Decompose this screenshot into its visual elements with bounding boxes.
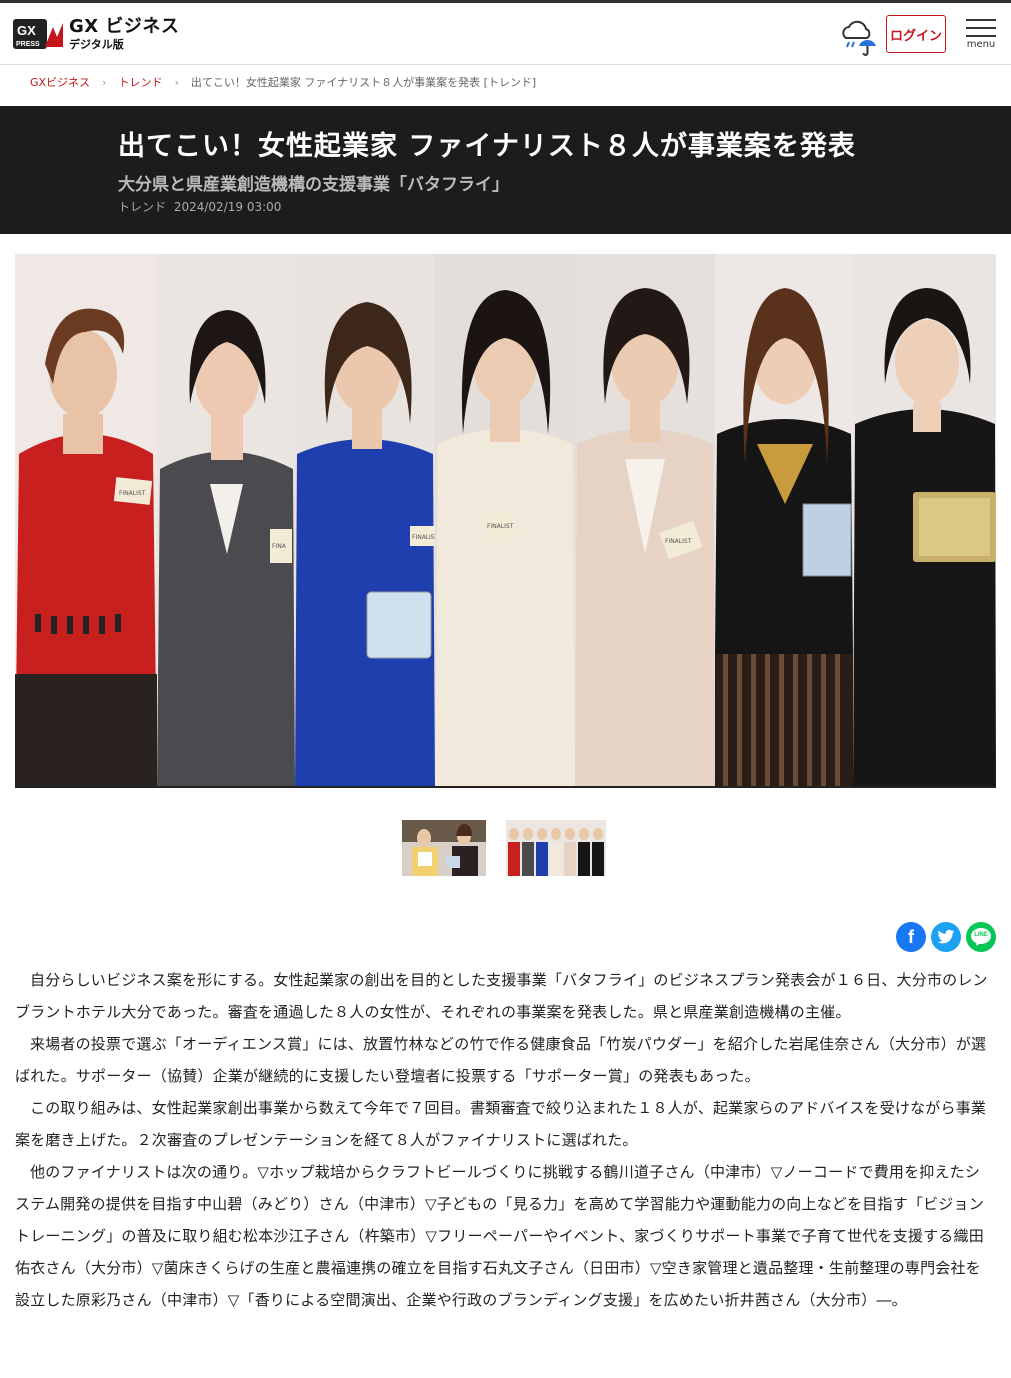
breadcrumb-home[interactable]: GXビジネス	[30, 74, 90, 90]
article-datetime: 2024/02/19 03:00	[173, 200, 282, 214]
logo-badge-line1: GX	[17, 23, 36, 38]
breadcrumb-section[interactable]: トレンド	[118, 74, 162, 90]
logo-badge-line2: PRESS	[16, 41, 40, 48]
article-category: トレンド	[118, 200, 167, 214]
article-paragraph: この取り組みは、女性起業家創出事業から数えて今年で７回目。書類審査で絞り込まれた…	[15, 1099, 987, 1149]
line-share-button[interactable]: LINE	[966, 922, 996, 952]
logo-subtitle: デジタル版	[69, 38, 124, 51]
article-body: 自分らしいビジネス案を形にする。女性起業家の創出を目的とした支援事業「バタフライ…	[15, 964, 995, 1316]
facebook-share-button[interactable]: f	[896, 922, 926, 952]
site-header: GX PRESS GX ビジネス デジタル版 ログイン menu	[0, 3, 1011, 65]
breadcrumb-current: 出てこい！女性起業家 ファイナリスト８人が事業案を発表 [トレンド]	[190, 76, 537, 89]
finalist-photo-4: FINALIST	[435, 254, 575, 786]
finalist-photo-6	[715, 254, 853, 786]
article-paragraph: 他のファイナリストは次の通り。▽ホップ栽培からクラフトビールづくりに挑戦する鶴川…	[15, 1163, 984, 1309]
breadcrumb-separator: ›	[102, 75, 107, 89]
twitter-share-button[interactable]: t	[931, 922, 961, 952]
finalist-photo-5: FINALIST	[575, 254, 715, 786]
finalist-badge-2: FINA	[272, 543, 287, 550]
menu-label: menu	[966, 39, 996, 50]
article-header: 出てこい！女性起業家 ファイナリスト８人が事業案を発表 大分県と県産業創造機構の…	[0, 106, 1011, 234]
site-logo[interactable]: GX PRESS GX ビジネス デジタル版	[13, 17, 179, 51]
logo-title: GX ビジネス	[69, 16, 180, 37]
article-paragraph: 自分らしいビジネス案を形にする。女性起業家の創出を目的とした支援事業「バタフライ…	[15, 971, 988, 1021]
menu-button[interactable]: menu	[961, 17, 1001, 53]
logo-badge-icon: GX PRESS	[13, 17, 65, 51]
twitter-bird-icon	[937, 929, 955, 944]
facebook-icon: f	[908, 926, 914, 947]
article-meta: トレンド 2024/02/19 03:00	[118, 198, 281, 215]
finalist-badge-4: FINALIST	[487, 523, 514, 530]
line-label: LINE	[974, 932, 988, 938]
article-title: 出てこい！女性起業家 ファイナリスト８人が事業案を発表	[118, 131, 856, 162]
gallery-thumbnail-2[interactable]	[506, 820, 606, 876]
article-subtitle: 大分県と県産業創造機構の支援事業「バタフライ」	[118, 175, 509, 195]
finalist-badge-1: FINALIST	[119, 490, 146, 497]
hamburger-icon	[966, 19, 996, 21]
article-paragraph: 来場者の投票で選ぶ「オーディエンス賞」には、放置竹林などの竹で作る健康食品「竹炭…	[15, 1035, 987, 1085]
finalist-photo-2: FINA	[157, 254, 295, 786]
breadcrumb: GXビジネス › トレンド › 出てこい！女性起業家 ファイナリスト８人が事業案…	[30, 74, 536, 90]
article-main-photo[interactable]: FINALIST FINA FINALIST FINALIST FINALIST	[15, 254, 996, 788]
finalist-badge-3: FINALIST	[412, 534, 439, 541]
finalist-photo-7	[853, 254, 996, 786]
login-button[interactable]: ログイン	[886, 15, 946, 53]
gallery-thumbnail-1[interactable]	[402, 820, 486, 876]
finalist-badge-5: FINALIST	[665, 538, 692, 545]
weather-icon[interactable]	[838, 16, 878, 56]
finalist-photo-3: FINALIST	[295, 254, 439, 786]
finalist-photo-1: FINALIST	[15, 254, 157, 786]
breadcrumb-separator: ›	[174, 75, 179, 89]
